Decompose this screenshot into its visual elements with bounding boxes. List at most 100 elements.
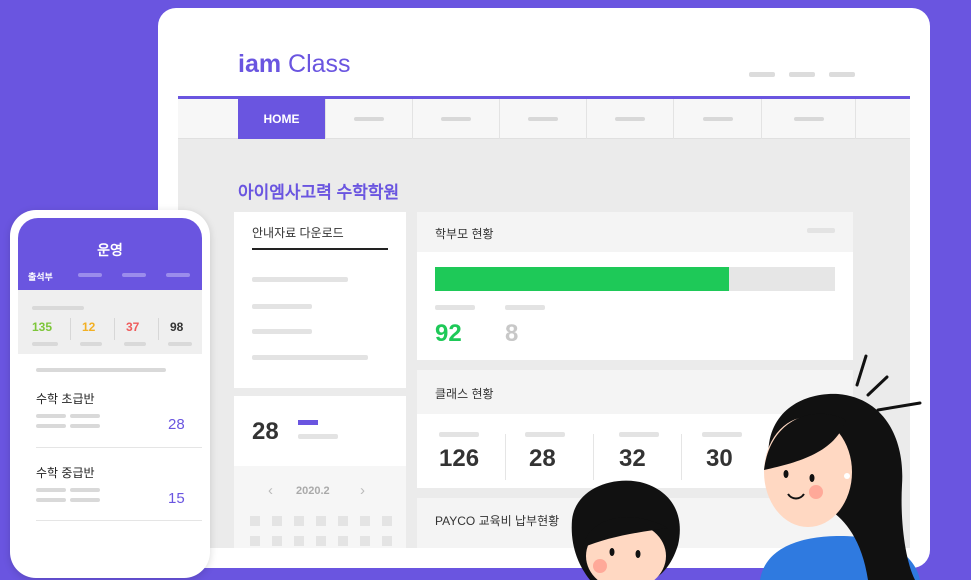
top-header: iam Class [178, 26, 910, 96]
phone-stat-value: 98 [170, 320, 184, 334]
phone-class-meta-placeholder [36, 488, 66, 492]
chevron-left-icon[interactable]: ‹ [268, 482, 273, 499]
nav-tab-placeholder[interactable] [761, 99, 855, 139]
calendar-count: 28 [252, 418, 279, 445]
class-stat-value: 126 [439, 445, 480, 472]
parent-panel-title[interactable]: 학부모 현황 [435, 225, 494, 242]
class-panel-title[interactable]: 클래스 현황 [435, 385, 494, 402]
phone-tab-placeholder[interactable] [78, 273, 102, 277]
calendar-day[interactable] [316, 516, 326, 526]
phone-class-count: 15 [168, 490, 185, 507]
class-stat-label-placeholder [525, 432, 565, 437]
calendar-day[interactable] [272, 516, 282, 526]
nav-tab-placeholder[interactable] [412, 99, 499, 139]
main-nav: HOME [178, 99, 910, 139]
divider [70, 318, 71, 340]
class-stat-label-placeholder [439, 432, 479, 437]
phone-stats-sublabel-placeholder [124, 342, 146, 346]
phone-title: 운영 [97, 242, 123, 258]
payment-panel-title[interactable]: PAYCO 교육비 납부현황 [435, 512, 559, 529]
calendar-day[interactable] [294, 516, 304, 526]
calendar-month: 2020.2 [296, 485, 330, 497]
parent-progress-fill [435, 267, 729, 291]
registered-label-placeholder [435, 305, 475, 310]
header-menu-placeholder[interactable] [749, 72, 775, 77]
nav-tab-placeholder[interactable] [586, 99, 673, 139]
header-menu-placeholder[interactable] [829, 72, 855, 77]
calendar-day[interactable] [316, 536, 326, 546]
phone-section-label-placeholder [36, 368, 166, 372]
divider [158, 318, 159, 340]
phone-frame: 운영 출석부 135 12 37 98 수학 초급반 28 수학 중급반 15 [10, 210, 210, 578]
guide-item-placeholder[interactable] [252, 277, 348, 282]
divider [36, 447, 202, 448]
phone-attendance-stats: 135 12 37 98 [18, 290, 202, 354]
school-name: 아이엠사고력 수학학원 [238, 183, 400, 202]
calendar-day[interactable] [250, 536, 260, 546]
phone-class-meta-placeholder [36, 424, 66, 428]
class-stat-label-placeholder [702, 432, 742, 437]
calendar-day[interactable] [250, 516, 260, 526]
class-stat-label-placeholder [619, 432, 659, 437]
guide-item-placeholder[interactable] [252, 329, 312, 334]
tab-home[interactable]: HOME [238, 99, 325, 139]
guide-download-panel: 안내자료 다운로드 [234, 212, 406, 388]
logo-bold-text: iam [238, 50, 282, 78]
calendar-day[interactable] [360, 536, 370, 546]
calendar-day[interactable] [294, 536, 304, 546]
calendar-day[interactable] [272, 536, 282, 546]
phone-stats-sublabel-placeholder [80, 342, 102, 346]
guide-item-placeholder[interactable] [252, 355, 368, 360]
divider [681, 434, 682, 480]
divider [114, 318, 115, 340]
phone-stats-sublabel-placeholder [168, 342, 192, 346]
browser-screen: iam Class HOME 아이엠사고력 수학학원 안내자료 다운로드 28 … [178, 26, 910, 548]
phone-stats-sublabel-placeholder [32, 342, 58, 346]
calendar-day[interactable] [338, 516, 348, 526]
class-stat-value: 28 [529, 445, 556, 472]
phone-tab-placeholder[interactable] [122, 273, 146, 277]
divider [505, 434, 506, 480]
phone-header: 운영 출석부 [18, 218, 202, 290]
iamclass-logo[interactable]: iam Class [238, 50, 351, 79]
chevron-right-icon[interactable]: › [360, 482, 365, 499]
guide-panel-title[interactable]: 안내자료 다운로드 [252, 224, 344, 241]
phone-stat-value: 37 [126, 320, 140, 334]
phone-class-meta-placeholder [70, 414, 100, 418]
phone-class-name[interactable]: 수학 초급반 [36, 390, 95, 407]
guide-item-placeholder[interactable] [252, 304, 312, 309]
calendar-day[interactable] [338, 536, 348, 546]
parent-status-panel: 학부모 현황 92 8 [417, 212, 853, 360]
logo-regular-text: Class [288, 50, 351, 78]
phone-tab-placeholder[interactable] [166, 273, 190, 277]
phone-stat-value: 135 [32, 320, 53, 334]
unregistered-parent-count: 8 [505, 320, 519, 347]
calendar-count-accent [298, 420, 318, 425]
calendar-day[interactable] [360, 516, 370, 526]
phone-class-meta-placeholder [36, 498, 66, 502]
class-stat-value: 32 [619, 445, 646, 472]
parent-progress-bar [435, 267, 835, 291]
unregistered-label-placeholder [505, 305, 545, 310]
header-menu-placeholder[interactable] [789, 72, 815, 77]
phone-class-meta-placeholder [70, 424, 100, 428]
divider [593, 434, 594, 480]
calendar-body: ‹ 2020.2 › [234, 466, 406, 548]
phone-tab-attendance[interactable]: 출석부 [28, 270, 53, 283]
phone-class-count: 28 [168, 416, 185, 433]
registered-parent-count: 92 [435, 320, 462, 347]
class-stat-value: 30 [706, 445, 733, 472]
nav-tab-placeholder[interactable] [499, 99, 586, 139]
phone-class-meta-placeholder [36, 414, 66, 418]
calendar-day[interactable] [382, 516, 392, 526]
parent-more-placeholder[interactable] [807, 228, 835, 233]
calendar-day[interactable] [382, 536, 392, 546]
calendar-label-placeholder [298, 434, 338, 439]
phone-class-name[interactable]: 수학 중급반 [36, 464, 95, 481]
guide-title-underline [252, 248, 388, 250]
nav-tab-placeholder[interactable] [673, 99, 761, 139]
nav-tab-placeholder[interactable] [855, 99, 910, 139]
divider [36, 520, 202, 521]
phone-class-meta-placeholder [70, 488, 100, 492]
nav-tab-placeholder[interactable] [325, 99, 412, 139]
